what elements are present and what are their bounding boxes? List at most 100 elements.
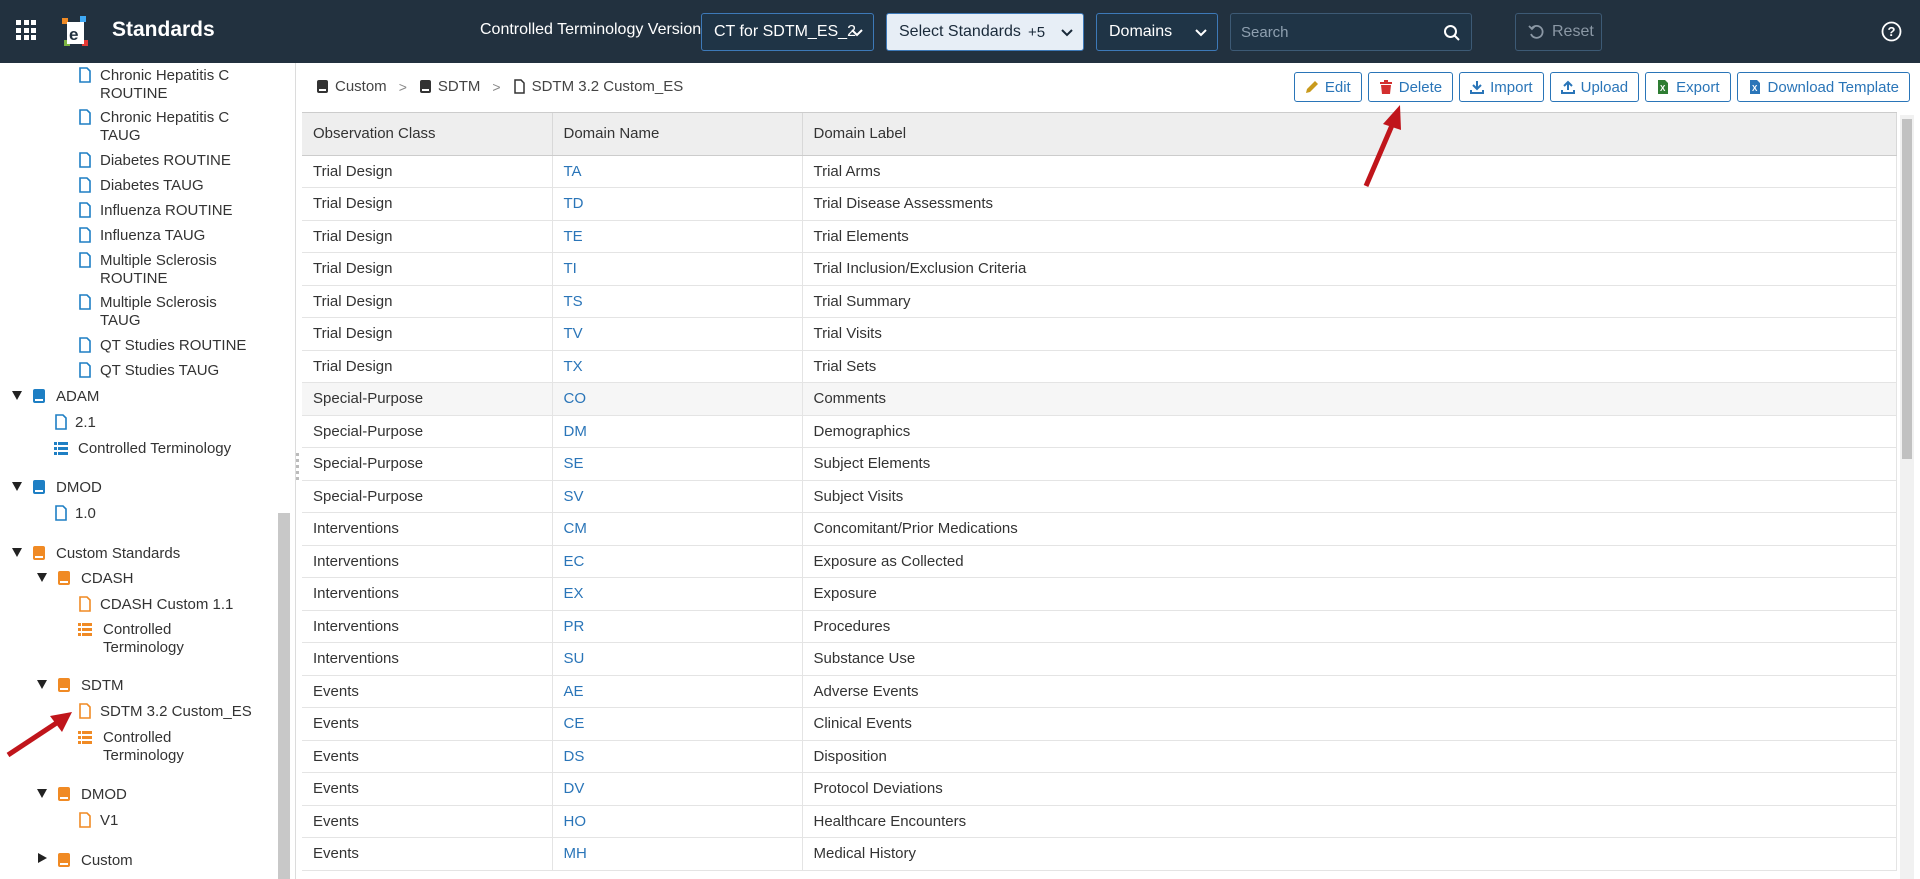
cell-domain-name[interactable]: TV xyxy=(552,317,803,351)
cell-domain-name[interactable]: DV xyxy=(552,772,803,806)
tree-item-ms-taug[interactable]: Multiple Sclerosis TAUG xyxy=(100,294,240,330)
tree-item-diabetes-routine[interactable]: Diabetes ROUTINE xyxy=(100,152,231,170)
cell-domain-name[interactable]: SE xyxy=(552,447,803,481)
table-row[interactable]: Special-Purpose CO Comments xyxy=(302,382,1897,416)
tree-item-qt-routine[interactable]: QT Studies ROUTINE xyxy=(100,337,246,355)
breadcrumb-item-sdtm[interactable]: SDTM xyxy=(419,78,480,95)
tree-item-adam-2-1[interactable]: 2.1 xyxy=(75,414,96,432)
table-row[interactable]: Trial Design TD Trial Disease Assessments xyxy=(302,187,1897,221)
column-header-domain-label[interactable]: Domain Label xyxy=(802,113,1897,156)
help-icon[interactable]: ? xyxy=(1881,21,1902,42)
table-row[interactable]: Interventions CM Concomitant/Prior Medicat… xyxy=(302,512,1897,546)
cell-domain-name[interactable]: SU xyxy=(552,642,803,676)
cell-domain-name[interactable]: MH xyxy=(552,837,803,871)
tree-item-custom-standards[interactable]: Custom Standards xyxy=(56,545,180,563)
table-row[interactable]: Events DV Protocol Deviations xyxy=(302,772,1897,806)
tree-item-cdash-custom[interactable]: CDASH Custom 1.1 xyxy=(100,596,233,614)
apps-grid-icon[interactable] xyxy=(16,20,36,40)
document-icon xyxy=(79,596,91,612)
table-row[interactable]: Trial Design TA Trial Arms xyxy=(302,155,1897,188)
cell-domain-name[interactable]: HO xyxy=(552,805,803,838)
table-row[interactable]: Events MH Medical History xyxy=(302,837,1897,871)
table-row[interactable]: Events HO Healthcare Encounters xyxy=(302,805,1897,838)
upload-button[interactable]: Upload xyxy=(1549,72,1640,102)
expand-caret-dmod-custom[interactable] xyxy=(37,789,47,798)
tree-item-chronic-hep-c-taug[interactable]: Chronic Hepatitis C TAUG xyxy=(100,109,260,145)
tree-item-dmod-v1[interactable]: V1 xyxy=(100,812,118,830)
table-row[interactable]: Events CE Clinical Events xyxy=(302,707,1897,741)
tree-item-sdtm-custom-es[interactable]: SDTM 3.2 Custom_ES xyxy=(100,703,252,721)
tree-item-dmod-custom[interactable]: DMOD xyxy=(81,786,127,804)
table-row[interactable]: Events AE Adverse Events xyxy=(302,675,1897,708)
sidebar-scrollbar[interactable] xyxy=(278,513,290,879)
expand-caret-sdtm[interactable] xyxy=(37,680,47,689)
edit-button[interactable]: Edit xyxy=(1293,72,1362,102)
table-row[interactable]: Interventions SU Substance Use xyxy=(302,642,1897,676)
table-row[interactable]: Trial Design TS Trial Summary xyxy=(302,285,1897,318)
cell-domain-name[interactable]: TI xyxy=(552,252,803,286)
tree-item-influenza-taug[interactable]: Influenza TAUG xyxy=(100,227,205,245)
table-scrollbar[interactable] xyxy=(1900,115,1914,879)
tree-item-diabetes-taug[interactable]: Diabetes TAUG xyxy=(100,177,204,195)
expand-caret-custom[interactable] xyxy=(38,853,47,863)
tree-item-ms-routine[interactable]: Multiple Sclerosis ROUTINE xyxy=(100,252,240,288)
table-row[interactable]: Special-Purpose SE Subject Elements xyxy=(302,447,1897,481)
tree-item-chronic-hep-c-routine[interactable]: Chronic Hepatitis C ROUTINE xyxy=(100,67,260,103)
tree-item-dmod[interactable]: DMOD xyxy=(56,479,102,497)
export-button[interactable]: X Export xyxy=(1645,72,1731,102)
table-row[interactable]: Trial Design TV Trial Visits xyxy=(302,317,1897,351)
table-row[interactable]: Trial Design TX Trial Sets xyxy=(302,350,1897,383)
cell-domain-name[interactable]: DS xyxy=(552,740,803,773)
domains-select[interactable]: Domains xyxy=(1096,13,1218,51)
expand-caret-dmod[interactable] xyxy=(12,482,22,491)
download-template-button[interactable]: X Download Template xyxy=(1736,72,1910,102)
table-row[interactable]: Trial Design TE Trial Elements xyxy=(302,220,1897,253)
cell-domain-name[interactable]: CE xyxy=(552,707,803,741)
cell-domain-name[interactable]: CM xyxy=(552,512,803,546)
cell-domain-name[interactable]: SV xyxy=(552,480,803,513)
tree-item-cdash-ct[interactable]: Controlled Terminology xyxy=(103,621,213,657)
expand-caret-adam[interactable] xyxy=(12,391,22,400)
cell-domain-name[interactable]: TX xyxy=(552,350,803,383)
breadcrumb-item-custom[interactable]: Custom xyxy=(316,78,387,95)
cell-domain-name[interactable]: TA xyxy=(552,155,803,188)
table-row[interactable]: Interventions EC Exposure as Collected xyxy=(302,545,1897,578)
tree-item-adam-ct[interactable]: Controlled Terminology xyxy=(78,440,231,458)
table-row[interactable]: Events DS Disposition xyxy=(302,740,1897,773)
panel-splitter-handle[interactable] xyxy=(296,450,300,484)
cell-domain-name[interactable]: TD xyxy=(552,187,803,221)
tree-item-adam[interactable]: ADAM xyxy=(56,388,99,406)
expand-caret-cdash[interactable] xyxy=(37,573,47,582)
reset-button[interactable]: Reset xyxy=(1515,13,1602,51)
cell-domain-name[interactable]: TS xyxy=(552,285,803,318)
column-header-observation-class[interactable]: Observation Class xyxy=(302,113,553,156)
tree-item-qt-taug[interactable]: QT Studies TAUG xyxy=(100,362,219,380)
cell-domain-name[interactable]: AE xyxy=(552,675,803,708)
table-row[interactable]: Interventions PR Procedures xyxy=(302,610,1897,643)
search-input[interactable] xyxy=(1231,14,1431,50)
cell-domain-name[interactable]: DM xyxy=(552,415,803,448)
column-header-domain-name[interactable]: Domain Name xyxy=(552,113,803,156)
table-row[interactable]: Special-Purpose DM Demographics xyxy=(302,415,1897,448)
search-icon[interactable] xyxy=(1443,24,1461,42)
cell-domain-name[interactable]: EC xyxy=(552,545,803,578)
table-row[interactable]: Special-Purpose SV Subject Visits xyxy=(302,480,1897,513)
tree-item-cdash[interactable]: CDASH xyxy=(81,570,134,588)
cell-domain-name[interactable]: CO xyxy=(552,382,803,416)
table-row[interactable]: Trial Design TI Trial Inclusion/Exclusion … xyxy=(302,252,1897,286)
cell-domain-name[interactable]: TE xyxy=(552,220,803,253)
expand-caret-custom-standards[interactable] xyxy=(12,548,22,557)
tree-item-sdtm[interactable]: SDTM xyxy=(81,677,124,695)
delete-button[interactable]: Delete xyxy=(1367,72,1454,102)
tree-item-sdtm-ct[interactable]: Controlled Terminology xyxy=(103,729,213,765)
document-icon xyxy=(79,67,91,83)
table-row[interactable]: Interventions EX Exposure xyxy=(302,577,1897,611)
ct-version-select[interactable]: CT for SDTM_ES_2 xyxy=(701,13,874,51)
tree-item-influenza-routine[interactable]: Influenza ROUTINE xyxy=(100,202,233,220)
cell-domain-name[interactable]: EX xyxy=(552,577,803,611)
import-button[interactable]: Import xyxy=(1459,72,1544,102)
tree-item-dmod-1-0[interactable]: 1.0 xyxy=(75,505,96,523)
tree-item-custom[interactable]: Custom xyxy=(81,852,133,870)
select-standards-dropdown[interactable]: Select Standards +5 xyxy=(886,13,1084,51)
cell-domain-name[interactable]: PR xyxy=(552,610,803,643)
